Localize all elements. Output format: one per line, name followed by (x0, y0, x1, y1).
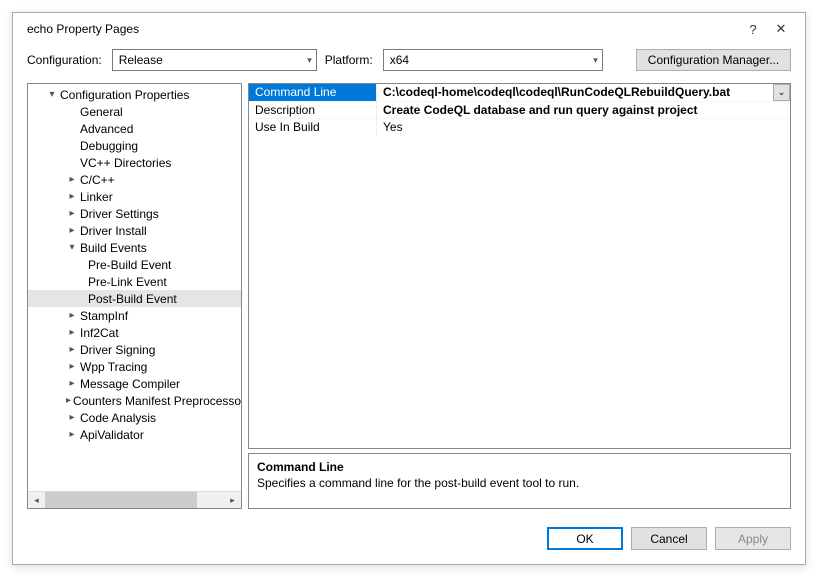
dialog-footer: OK Cancel Apply (13, 517, 805, 564)
tree-item-vcdirs[interactable]: VC++ Directories (28, 154, 241, 171)
scroll-left-icon[interactable]: ◂ (28, 492, 45, 509)
expand-icon[interactable]: ▸ (66, 174, 78, 185)
tree-horizontal-scrollbar[interactable]: ◂ ▸ (28, 491, 241, 508)
titlebar: echo Property Pages ? ✕ (13, 13, 805, 43)
configuration-value: Release (119, 53, 301, 67)
collapse-icon[interactable]: ▾ (46, 89, 58, 100)
property-value[interactable]: Create CodeQL database and run query aga… (377, 102, 790, 118)
expand-icon[interactable]: ▸ (66, 310, 78, 321)
expand-icon[interactable]: ▸ (66, 225, 78, 236)
expand-icon[interactable]: ▸ (66, 412, 78, 423)
expand-icon[interactable]: ▸ (66, 361, 78, 372)
configuration-manager-button[interactable]: Configuration Manager... (636, 49, 791, 71)
property-key: Command Line (249, 84, 377, 101)
tree-item-wpp[interactable]: ▸Wpp Tracing (28, 358, 241, 375)
property-row-use-in-build[interactable]: Use In Build Yes (249, 118, 790, 135)
help-button[interactable]: ? (739, 22, 767, 37)
config-row: Configuration: Release ▾ Platform: x64 ▾… (13, 43, 805, 83)
tree-item-driver-install[interactable]: ▸Driver Install (28, 222, 241, 239)
apply-button[interactable]: Apply (715, 527, 791, 550)
platform-value: x64 (390, 53, 587, 67)
tree-item-ccpp[interactable]: ▸C/C++ (28, 171, 241, 188)
expand-icon[interactable]: ▸ (66, 191, 78, 202)
tree-panel: ▾ Configuration Properties General Advan… (27, 83, 242, 509)
chevron-down-icon: ▾ (301, 55, 312, 66)
ok-button[interactable]: OK (547, 527, 623, 550)
tree-item-post-build[interactable]: Post-Build Event (28, 290, 241, 307)
scroll-right-icon[interactable]: ▸ (224, 492, 241, 509)
expand-icon[interactable]: ▸ (66, 327, 78, 338)
scroll-track[interactable] (45, 492, 224, 508)
configuration-dropdown[interactable]: Release ▾ (112, 49, 317, 71)
tree-item-debugging[interactable]: Debugging (28, 137, 241, 154)
property-row-description[interactable]: Description Create CodeQL database and r… (249, 101, 790, 118)
tree-item-pre-link[interactable]: Pre-Link Event (28, 273, 241, 290)
chevron-down-icon[interactable]: ⌄ (773, 84, 790, 101)
scroll-thumb[interactable] (45, 492, 197, 508)
tree-item-msgcomp[interactable]: ▸Message Compiler (28, 375, 241, 392)
body-area: ▾ Configuration Properties General Advan… (13, 83, 805, 517)
tree-item-driver-signing[interactable]: ▸Driver Signing (28, 341, 241, 358)
configuration-label: Configuration: (27, 53, 102, 67)
tree-item-advanced[interactable]: Advanced (28, 120, 241, 137)
expand-icon[interactable]: ▸ (66, 208, 78, 219)
expand-icon[interactable]: ▸ (66, 378, 78, 389)
property-value[interactable]: C:\codeql-home\codeql\codeql\RunCodeQLRe… (377, 84, 790, 101)
property-key: Description (249, 102, 377, 118)
tree-item-stampinf[interactable]: ▸StampInf (28, 307, 241, 324)
tree-item-general[interactable]: General (28, 103, 241, 120)
description-text: Specifies a command line for the post-bu… (257, 476, 782, 490)
property-pages-dialog: echo Property Pages ? ✕ Configuration: R… (12, 12, 806, 565)
tree-item-apivalidator[interactable]: ▸ApiValidator (28, 426, 241, 443)
property-grid[interactable]: Command Line C:\codeql-home\codeql\codeq… (248, 83, 791, 449)
property-value[interactable]: Yes (377, 119, 790, 135)
expand-icon[interactable]: ▸ (66, 429, 78, 440)
collapse-icon[interactable]: ▾ (66, 242, 78, 253)
platform-label: Platform: (325, 53, 373, 67)
description-panel: Command Line Specifies a command line fo… (248, 453, 791, 509)
platform-dropdown[interactable]: x64 ▾ (383, 49, 603, 71)
tree-item-code-analysis[interactable]: ▸Code Analysis (28, 409, 241, 426)
close-button[interactable]: ✕ (767, 21, 795, 37)
window-title: echo Property Pages (27, 22, 739, 36)
right-panel: Command Line C:\codeql-home\codeql\codeq… (248, 83, 791, 509)
tree-item-inf2cat[interactable]: ▸Inf2Cat (28, 324, 241, 341)
cancel-button[interactable]: Cancel (631, 527, 707, 550)
expand-icon[interactable]: ▸ (66, 344, 78, 355)
property-key: Use In Build (249, 119, 377, 135)
chevron-down-icon: ▾ (587, 55, 598, 66)
tree-item-counters[interactable]: ▸Counters Manifest Preprocessor (28, 392, 241, 409)
tree-item-pre-build[interactable]: Pre-Build Event (28, 256, 241, 273)
tree-item-linker[interactable]: ▸Linker (28, 188, 241, 205)
property-tree[interactable]: ▾ Configuration Properties General Advan… (28, 84, 241, 491)
tree-item-driver-settings[interactable]: ▸Driver Settings (28, 205, 241, 222)
property-row-command-line[interactable]: Command Line C:\codeql-home\codeql\codeq… (249, 84, 790, 101)
tree-root[interactable]: ▾ Configuration Properties (28, 86, 241, 103)
tree-item-build-events[interactable]: ▾Build Events (28, 239, 241, 256)
description-title: Command Line (257, 460, 782, 474)
